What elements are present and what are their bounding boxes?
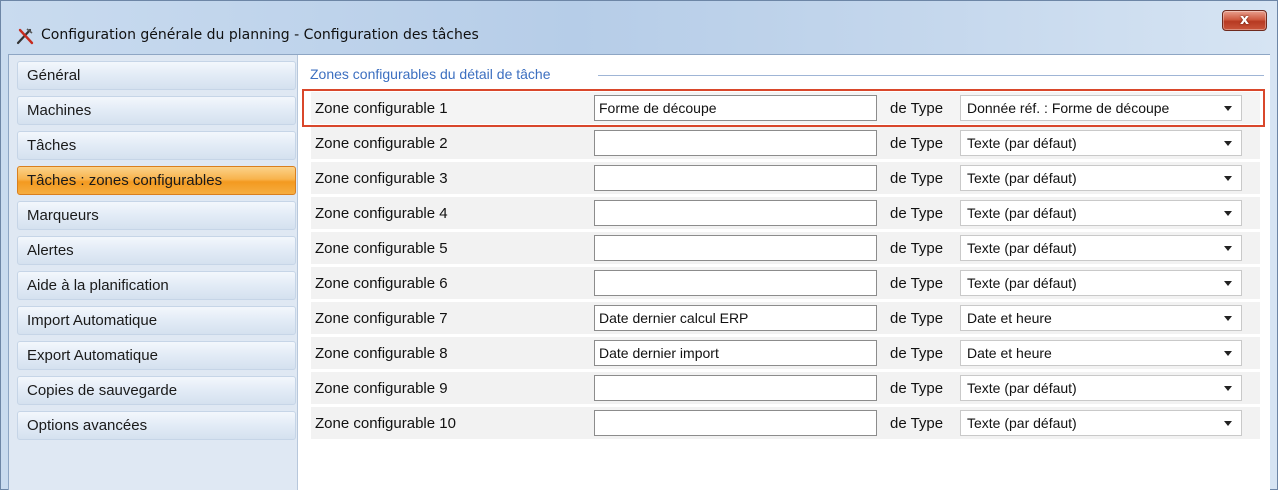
sidebar-item-taches[interactable]: Tâches [17,131,296,160]
type-selected-value: Texte (par défaut) [967,415,1077,431]
zone-row: Zone configurable 3 de Type Texte (par déf… [306,162,1266,194]
type-dropdown[interactable]: Texte (par défaut) [960,270,1242,296]
zone-label: Zone configurable 4 [315,205,448,222]
type-label: de Type [890,205,944,222]
group-title: Zones configurables du détail de tâche [310,66,555,82]
zone-row: Zone configurable 4 de Type Texte (par déf… [306,197,1266,229]
type-selected-value: Texte (par défaut) [967,205,1077,221]
chevron-down-icon [1224,211,1232,216]
zone-label: Zone configurable 7 [315,310,448,327]
sidebar-item-copies-de-sauvegarde[interactable]: Copies de sauvegarde [17,376,296,405]
zone-name-input[interactable] [594,375,877,401]
type-label: de Type [890,100,944,117]
zone-row: Zone configurable 6 de Type Texte (par déf… [306,267,1266,299]
type-label: de Type [890,380,944,397]
type-dropdown[interactable]: Texte (par défaut) [960,410,1242,436]
close-icon: x [1239,12,1250,28]
chevron-down-icon [1224,246,1232,251]
zone-label: Zone configurable 3 [315,170,448,187]
type-dropdown[interactable]: Texte (par défaut) [960,200,1242,226]
type-selected-value: Texte (par défaut) [967,240,1077,256]
type-dropdown[interactable]: Date et heure [960,305,1242,331]
type-label: de Type [890,310,944,327]
type-selected-value: Date et heure [967,310,1052,326]
type-selected-value: Donnée réf. : Forme de découpe [967,100,1170,116]
tools-icon [16,28,34,45]
type-label: de Type [890,275,944,292]
zone-label: Zone configurable 10 [315,415,456,432]
type-selected-value: Texte (par défaut) [967,170,1077,186]
type-dropdown[interactable]: Texte (par défaut) [960,130,1242,156]
sidebar-item-taches-zones-configurables[interactable]: Tâches : zones configurables [17,166,296,195]
sidebar-item-marqueurs[interactable]: Marqueurs [17,201,296,230]
chevron-down-icon [1224,386,1232,391]
sidebar-item-aide-a-la-planification[interactable]: Aide à la planification [17,271,296,300]
chevron-down-icon [1224,351,1232,356]
zone-label: Zone configurable 1 [315,100,448,117]
sidebar-item-machines[interactable]: Machines [17,96,296,125]
sidebar-item-import-automatique[interactable]: Import Automatique [17,306,296,335]
type-selected-value: Date et heure [967,345,1052,361]
type-label: de Type [890,345,944,362]
close-button[interactable]: x [1222,10,1267,31]
zone-label: Zone configurable 2 [315,135,448,152]
zone-name-input[interactable] [594,270,877,296]
chevron-down-icon [1224,106,1232,111]
chevron-down-icon [1224,141,1232,146]
zone-name-input[interactable] [594,200,877,226]
zone-name-input[interactable]: Date dernier calcul ERP [594,305,877,331]
zone-label: Zone configurable 5 [315,240,448,257]
sidebar-item-general[interactable]: Général [17,61,296,90]
chevron-down-icon [1224,316,1232,321]
zone-name-input[interactable] [594,235,877,261]
type-dropdown[interactable]: Texte (par défaut) [960,375,1242,401]
zone-row: Zone configurable 1 Forme de découpe de Ty… [306,92,1266,124]
type-dropdown[interactable]: Donnée réf. : Forme de découpe [960,95,1242,121]
zone-name-input[interactable]: Forme de découpe [594,95,877,121]
chevron-down-icon [1224,176,1232,181]
chevron-down-icon [1224,281,1232,286]
zone-row: Zone configurable 5 de Type Texte (par déf… [306,232,1266,264]
zone-name-input[interactable]: Date dernier import [594,340,877,366]
type-label: de Type [890,170,944,187]
group-divider [598,75,1264,76]
type-label: de Type [890,415,944,432]
sidebar-item-alertes[interactable]: Alertes [17,236,296,265]
type-dropdown[interactable]: Date et heure [960,340,1242,366]
zone-label: Zone configurable 9 [315,380,448,397]
type-selected-value: Texte (par défaut) [967,275,1077,291]
window-title: Configuration générale du planning - Con… [41,27,479,43]
zone-name-input[interactable] [594,130,877,156]
zone-label: Zone configurable 6 [315,275,448,292]
zone-name-input[interactable] [594,410,877,436]
zone-row: Zone configurable 2 de Type Texte (par déf… [306,127,1266,159]
type-label: de Type [890,240,944,257]
type-selected-value: Texte (par défaut) [967,135,1077,151]
zone-name-input[interactable] [594,165,877,191]
sidebar-item-options-avancees[interactable]: Options avancées [17,411,296,440]
chevron-down-icon [1224,421,1232,426]
type-dropdown[interactable]: Texte (par défaut) [960,235,1242,261]
type-dropdown[interactable]: Texte (par défaut) [960,165,1242,191]
zone-row: Zone configurable 7 Date dernier calcul E… [306,302,1266,334]
zone-label: Zone configurable 8 [315,345,448,362]
sidebar-item-export-automatique[interactable]: Export Automatique [17,341,296,370]
zone-row: Zone configurable 9 de Type Texte (par déf… [306,372,1266,404]
title-bar[interactable]: Configuration générale du planning - Con… [1,1,1278,53]
type-label: de Type [890,135,944,152]
zone-row: Zone configurable 8 Date dernier import de… [306,337,1266,369]
type-selected-value: Texte (par défaut) [967,380,1077,396]
zone-row: Zone configurable 10 de Type Texte (par dé… [306,407,1266,439]
